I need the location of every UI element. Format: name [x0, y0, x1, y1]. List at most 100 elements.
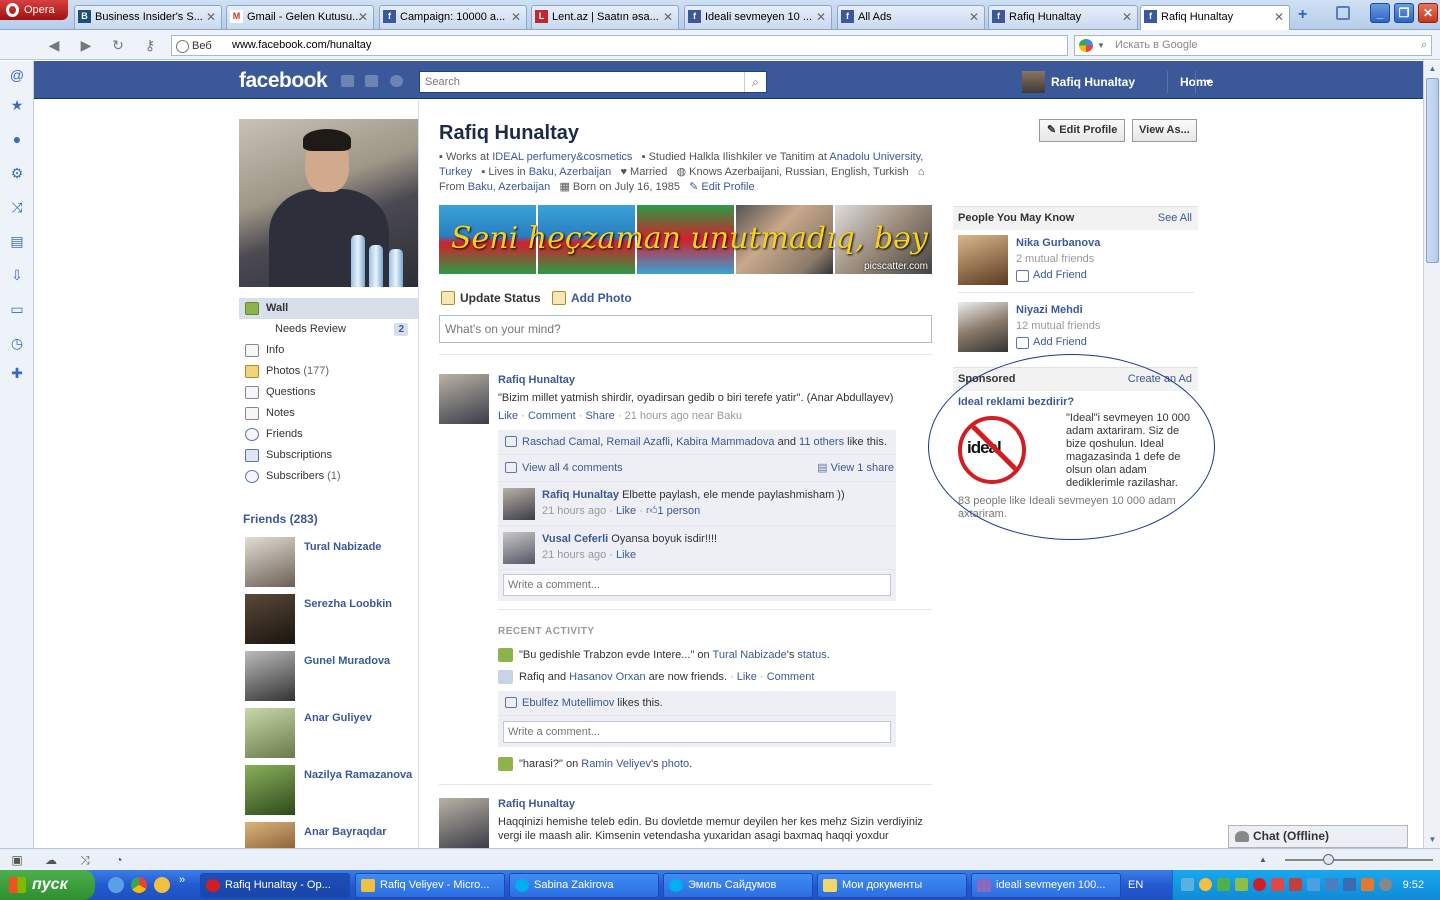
chat-icon[interactable]: ▭: [9, 301, 25, 317]
comment-author[interactable]: Rafiq Hunaltay: [542, 489, 619, 501]
scrollbar-thumb[interactable]: [1426, 78, 1439, 263]
tray-icon[interactable]: [1325, 878, 1338, 891]
reload-icon[interactable]: ↻: [110, 37, 126, 53]
tray-icon[interactable]: [1199, 878, 1212, 891]
tray-icon[interactable]: [1217, 878, 1230, 891]
friend-name[interactable]: Anar Bayraqdar: [304, 825, 414, 839]
notes-icon[interactable]: ▤: [9, 233, 25, 249]
work-link[interactable]: IDEAL perfumery&cosmetics: [492, 151, 632, 163]
tray-icon[interactable]: [1307, 878, 1320, 891]
language-indicator[interactable]: EN: [1128, 870, 1143, 900]
nav-needs-review[interactable]: Needs Review 2: [239, 319, 418, 340]
liker-link[interactable]: Kabira Mammadova: [676, 436, 774, 448]
nav-notes[interactable]: Notes: [239, 403, 418, 424]
friend-photo[interactable]: [245, 537, 295, 587]
friend-item[interactable]: Anar Bayraqdar: [245, 822, 415, 848]
tray-icon[interactable]: [1379, 878, 1392, 891]
comment-avatar[interactable]: [503, 532, 535, 564]
nav-info[interactable]: Info: [239, 340, 418, 361]
browser-tab[interactable]: f All Ads ✕: [837, 5, 985, 29]
pymk-name[interactable]: Nika Gurbanova: [1016, 237, 1100, 249]
new-tab-icon[interactable]: +: [1298, 6, 1307, 24]
zoom-slider[interactable]: [1285, 854, 1433, 865]
vertical-scrollbar[interactable]: ▲ ▼: [1423, 61, 1440, 848]
browser-tab[interactable]: M Gmail - Gelen Kutusu... ✕: [226, 5, 374, 29]
comment-like-link[interactable]: Like: [616, 505, 636, 517]
current-city-link[interactable]: Baku, Azerbaijan: [529, 166, 612, 178]
quick-launch-icon[interactable]: [154, 877, 170, 893]
post-author-avatar[interactable]: [439, 374, 489, 424]
friend-name[interactable]: Serezha Loobkin: [304, 597, 414, 611]
post-author-name[interactable]: Rafiq Hunaltay: [498, 798, 575, 810]
comment-time[interactable]: 21 hours ago: [542, 505, 606, 517]
friend-photo[interactable]: [245, 822, 295, 848]
chevron-down-icon[interactable]: ▼: [1097, 36, 1105, 55]
friend-photo[interactable]: [245, 765, 295, 815]
key-icon[interactable]: ⚷: [142, 37, 158, 53]
bookmarks-star-icon[interactable]: ★: [9, 97, 25, 113]
start-button[interactable]: пуск: [0, 870, 95, 900]
chat-bar[interactable]: Chat (Offline): [1228, 825, 1408, 848]
nav-friends[interactable]: Friends: [239, 424, 418, 445]
friend-photo[interactable]: [245, 651, 295, 701]
browser-tab[interactable]: f Rafiq Hunaltay ✕: [988, 5, 1138, 29]
taskbar-button[interactable]: Sabina Zakirova: [509, 873, 659, 898]
tray-icon[interactable]: [1271, 878, 1284, 891]
address-field[interactable]: Веб www.facebook.com/hunaltay: [171, 35, 1068, 56]
post-author-avatar[interactable]: [439, 798, 489, 848]
more-icon[interactable]: »: [179, 874, 185, 886]
search-icon[interactable]: ⌕: [744, 72, 766, 92]
network-icon[interactable]: [1181, 878, 1194, 891]
nav-subscribers[interactable]: Subscribers (1): [239, 466, 418, 487]
comment-avatar[interactable]: [503, 488, 535, 520]
view-share[interactable]: ▤ View 1 share: [817, 456, 896, 480]
account-menu-chevron-icon[interactable]: ▼: [1195, 71, 1213, 93]
add-friend-link[interactable]: Add Friend: [1016, 269, 1087, 282]
add-panel-icon[interactable]: ✚: [9, 365, 25, 381]
share-icon[interactable]: ⤨: [78, 853, 92, 867]
like-link[interactable]: Like: [737, 671, 757, 683]
taskbar-button[interactable]: Rafiq Veliyev - Micro...: [355, 873, 505, 898]
close-tab-icon[interactable]: ✕: [969, 6, 979, 28]
taskbar-button[interactable]: Rafiq Hunaltay - Op...: [200, 873, 350, 898]
close-tab-icon[interactable]: ✕: [1122, 6, 1132, 28]
comment-likes-link[interactable]: 👍︎1 person: [646, 505, 700, 517]
google-search-field[interactable]: ▼ Искать в Google ⌕: [1074, 35, 1432, 56]
unite-cloud-icon[interactable]: ☁: [44, 853, 58, 867]
close-tab-icon[interactable]: ✕: [206, 6, 216, 28]
trash-icon[interactable]: [1336, 6, 1350, 20]
downloads-icon[interactable]: ⇩: [9, 267, 25, 283]
zoom-slider-knob[interactable]: [1323, 854, 1334, 865]
liker-link[interactable]: Raschad Camal: [522, 436, 600, 448]
view-all-comments-link[interactable]: View all 4 comments: [522, 462, 623, 474]
taskbar-button[interactable]: Мои документы: [817, 873, 967, 898]
friend-name[interactable]: Tural Nabizade: [304, 540, 414, 554]
friend-item[interactable]: Nazilya Ramazanova: [245, 765, 415, 815]
browser-tab[interactable]: L Lent.az | Saatın əsa... ✕: [531, 5, 679, 29]
settings-gear-icon[interactable]: ⚙: [9, 165, 25, 181]
facebook-logo[interactable]: facebook: [239, 69, 328, 93]
tray-icon[interactable]: [1235, 878, 1248, 891]
close-tab-icon[interactable]: ✕: [511, 6, 521, 28]
tray-icon[interactable]: [1343, 878, 1356, 891]
nav-subscriptions[interactable]: Subscriptions: [239, 445, 418, 466]
status-input[interactable]: What's on your mind?: [439, 315, 932, 343]
friend-name[interactable]: Gunel Muradova: [304, 654, 414, 668]
notifications-globe-icon[interactable]: [390, 75, 403, 87]
forward-icon[interactable]: ▶: [78, 37, 94, 53]
browser-tab-active[interactable]: f Rafiq Hunaltay ✕: [1140, 5, 1290, 30]
mail-icon[interactable]: @: [9, 67, 25, 83]
contacts-icon[interactable]: ●: [9, 131, 25, 147]
profile-picture[interactable]: [239, 119, 418, 287]
see-all-link[interactable]: See All: [1158, 207, 1192, 229]
edit-profile-link[interactable]: Edit Profile: [701, 181, 754, 193]
friend-item[interactable]: Serezha Loobkin: [245, 594, 415, 644]
liker-link[interactable]: Ebulfez Mutellimov: [522, 697, 614, 709]
browser-tab[interactable]: B Business Insider's S... ✕: [74, 5, 222, 29]
activity-object-link[interactable]: status: [797, 649, 826, 661]
activity-person-link[interactable]: Tural Nabizade: [713, 649, 787, 661]
comment-link[interactable]: Comment: [767, 671, 815, 683]
feeds-icon[interactable]: ⤨: [9, 199, 25, 215]
post-timestamp[interactable]: 21 hours ago near Baku: [625, 410, 742, 422]
quick-launch-icon[interactable]: [108, 877, 124, 893]
